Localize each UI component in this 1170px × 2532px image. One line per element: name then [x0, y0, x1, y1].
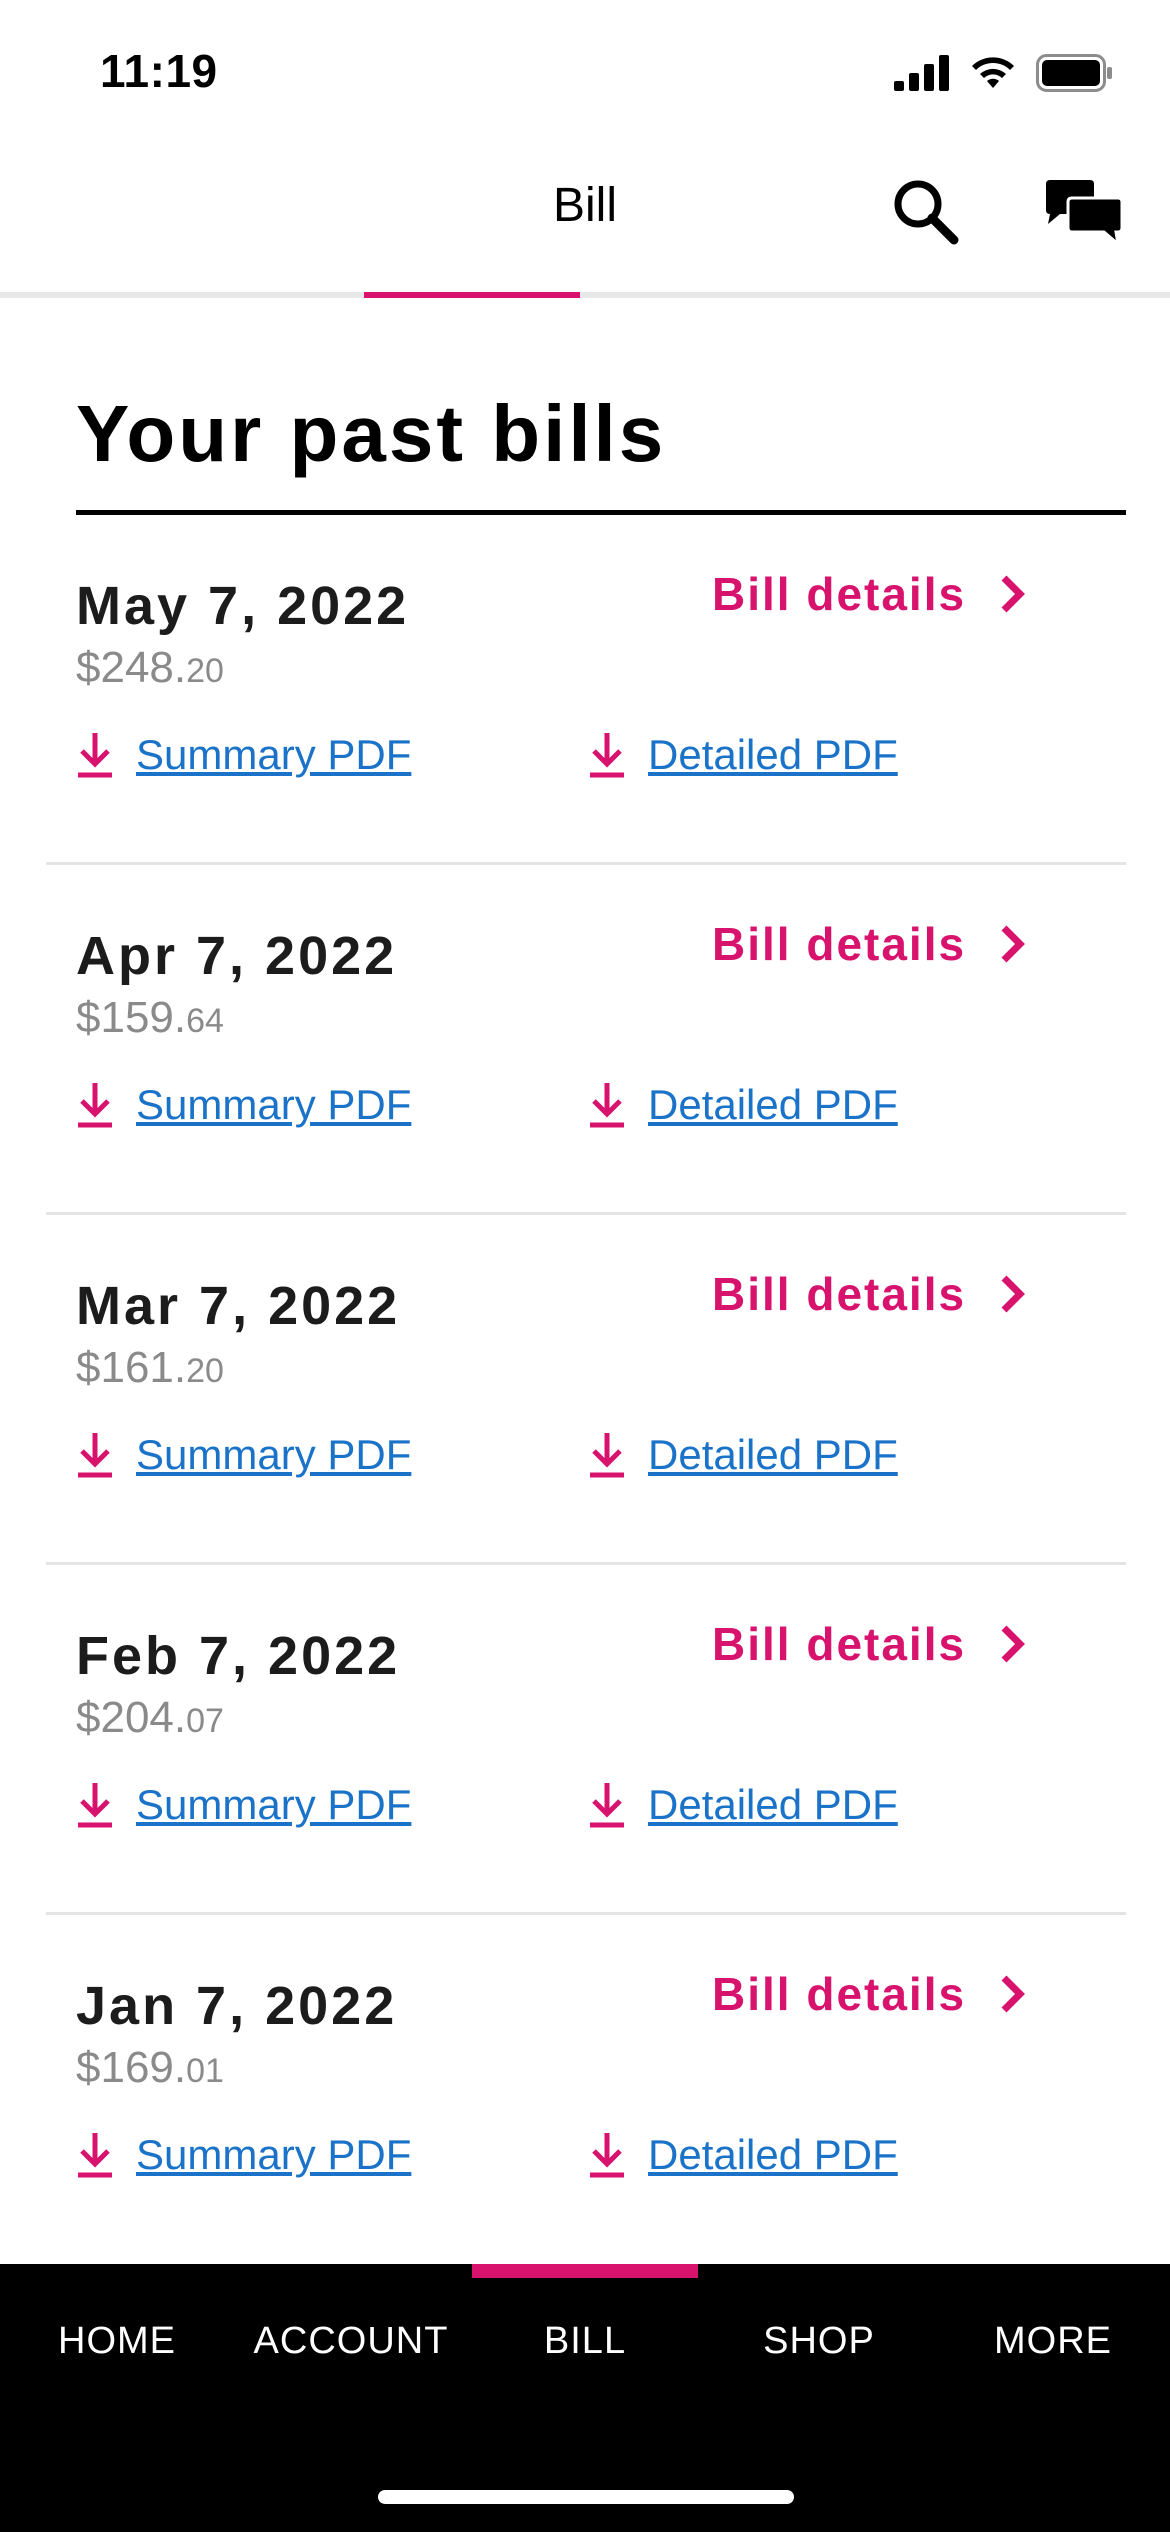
- bill-row: Mar 7, 2022 $161.20 Bill details Summary…: [0, 1215, 1170, 1565]
- battery-icon: [1036, 54, 1112, 92]
- summary-pdf-label: Summary PDF: [136, 2131, 412, 2178]
- bill-date: Jan 7, 2022: [76, 1976, 398, 2036]
- bill-details-link[interactable]: Bill details: [712, 1967, 1026, 2021]
- status-time: 11:19: [100, 45, 218, 97]
- nav-item-more[interactable]: MORE: [936, 2320, 1170, 2363]
- bill-amount-cents: 01: [186, 2052, 224, 2090]
- download-icon: [78, 1433, 112, 1478]
- detailed-pdf-label: Detailed PDF: [648, 1781, 898, 1828]
- bill-details-label: Bill details: [712, 568, 967, 620]
- summary-pdf-label: Summary PDF: [136, 731, 412, 778]
- bill-amount-dollars: $169.: [76, 2043, 187, 2092]
- detailed-pdf-link[interactable]: Detailed PDF: [588, 1081, 898, 1129]
- bill-amount-dollars: $204.: [76, 1693, 187, 1742]
- bill-details-label: Bill details: [712, 1968, 967, 2020]
- bill-details-label: Bill details: [712, 1618, 967, 1670]
- summary-pdf-link[interactable]: Summary PDF: [76, 1781, 411, 1829]
- download-icon: [590, 1433, 624, 1478]
- detailed-pdf-label: Detailed PDF: [648, 1431, 898, 1478]
- search-icon[interactable]: [890, 176, 960, 246]
- bill-details-link[interactable]: Bill details: [712, 1267, 1026, 1321]
- bill-date: Feb 7, 2022: [76, 1626, 401, 1686]
- download-icon: [78, 1783, 112, 1828]
- download-icon: [590, 2133, 624, 2178]
- bill-details-link[interactable]: Bill details: [712, 917, 1026, 971]
- bill-date: Mar 7, 2022: [76, 1276, 401, 1336]
- chevron-right-icon: [1001, 1625, 1026, 1663]
- bill-amount: $169.01: [76, 2043, 224, 2093]
- chevron-right-icon: [1001, 1975, 1026, 2013]
- chat-icon[interactable]: [1046, 180, 1124, 246]
- bill-row: Apr 7, 2022 $159.64 Bill details Summary…: [0, 865, 1170, 1215]
- bill-amount: $248.20: [76, 643, 224, 693]
- download-icon: [78, 733, 112, 778]
- summary-pdf-label: Summary PDF: [136, 1781, 412, 1828]
- chevron-right-icon: [1001, 575, 1026, 613]
- bill-amount-cents: 64: [186, 1002, 224, 1040]
- bill-amount: $204.07: [76, 1693, 224, 1743]
- bill-details-label: Bill details: [712, 1268, 967, 1320]
- bill-row: May 7, 2022 $248.20 Bill details Summary…: [0, 515, 1170, 865]
- bill-details-link[interactable]: Bill details: [712, 1617, 1026, 1671]
- summary-pdf-link[interactable]: Summary PDF: [76, 731, 411, 779]
- detailed-pdf-label: Detailed PDF: [648, 1081, 898, 1128]
- page-title: Your past bills: [76, 389, 667, 478]
- nav-item-shop[interactable]: SHOP: [702, 2320, 936, 2363]
- detailed-pdf-link[interactable]: Detailed PDF: [588, 731, 898, 779]
- download-icon: [590, 1783, 624, 1828]
- bill-date: May 7, 2022: [76, 576, 410, 636]
- download-icon: [78, 2133, 112, 2178]
- wifi-icon: [972, 57, 1014, 88]
- app-header: Bill: [0, 140, 1170, 298]
- bill-list: May 7, 2022 $248.20 Bill details Summary…: [0, 515, 1170, 2265]
- bill-amount-cents: 07: [186, 1702, 224, 1740]
- header-title: Bill: [552, 179, 617, 232]
- download-icon: [590, 733, 624, 778]
- download-icon: [78, 1083, 112, 1128]
- summary-pdf-link[interactable]: Summary PDF: [76, 1431, 411, 1479]
- detailed-pdf-link[interactable]: Detailed PDF: [588, 1781, 898, 1829]
- detailed-pdf-label: Detailed PDF: [648, 2131, 898, 2178]
- bill-amount-cents: 20: [186, 1352, 224, 1390]
- download-icon: [590, 1083, 624, 1128]
- detailed-pdf-link[interactable]: Detailed PDF: [588, 2131, 898, 2179]
- status-bar: 11:19: [0, 0, 1170, 140]
- bill-amount-cents: 20: [186, 652, 224, 690]
- summary-pdf-label: Summary PDF: [136, 1081, 412, 1128]
- bill-amount: $159.64: [76, 993, 224, 1043]
- summary-pdf-link[interactable]: Summary PDF: [76, 1081, 411, 1129]
- nav-item-home[interactable]: HOME: [0, 2320, 234, 2363]
- summary-pdf-label: Summary PDF: [136, 1431, 412, 1478]
- chevron-right-icon: [1001, 925, 1026, 963]
- detailed-pdf-link[interactable]: Detailed PDF: [588, 1431, 898, 1479]
- bill-amount-dollars: $248.: [76, 643, 187, 692]
- bill-amount: $161.20: [76, 1343, 224, 1393]
- bill-date: Apr 7, 2022: [76, 926, 398, 986]
- header-active-underline: [364, 292, 580, 298]
- detailed-pdf-label: Detailed PDF: [648, 731, 898, 778]
- cellular-signal-icon: [894, 55, 949, 91]
- nav-item-bill[interactable]: BILL: [468, 2320, 702, 2363]
- chevron-right-icon: [1001, 1275, 1026, 1313]
- summary-pdf-link[interactable]: Summary PDF: [76, 2131, 411, 2179]
- bill-row: Jan 7, 2022 $169.01 Bill details Summary…: [0, 1915, 1170, 2265]
- bill-amount-dollars: $159.: [76, 993, 187, 1042]
- nav-active-indicator: [472, 2264, 698, 2278]
- screen: 11:19 Bill Your past bills May 7, 2022 $…: [0, 0, 1170, 2532]
- home-indicator[interactable]: [378, 2490, 794, 2504]
- nav-item-account[interactable]: ACCOUNT: [234, 2320, 468, 2363]
- bill-details-label: Bill details: [712, 918, 967, 970]
- bill-amount-dollars: $161.: [76, 1343, 187, 1392]
- bill-row: Feb 7, 2022 $204.07 Bill details Summary…: [0, 1565, 1170, 1915]
- bill-details-link[interactable]: Bill details: [712, 567, 1026, 621]
- status-icons: [894, 54, 1114, 92]
